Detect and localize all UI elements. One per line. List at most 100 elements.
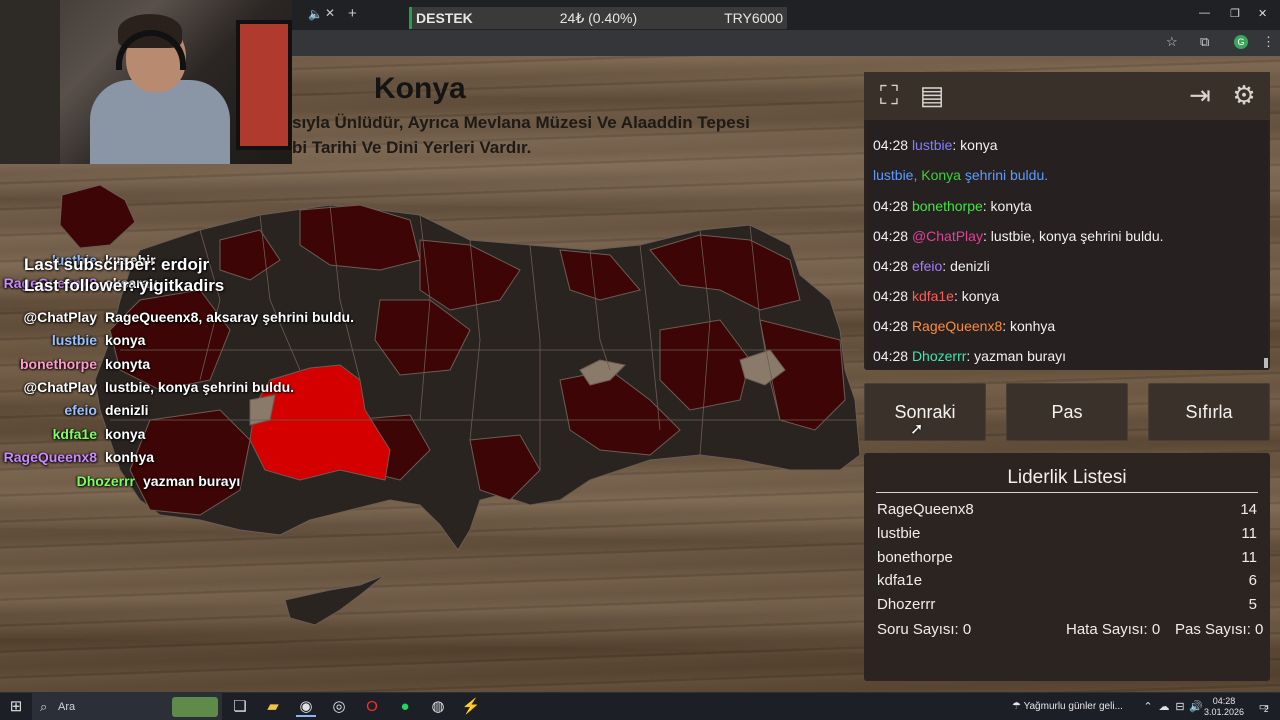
city-description-line: sıyla Ünlüdür, Ayrıca Mevlana Müzesi Ve …	[292, 113, 750, 132]
app-icon[interactable]: ⚡	[461, 697, 481, 717]
stream-chat-message: Dhozerrr yazman burayı	[0, 473, 241, 489]
chat-username: kdfa1e	[911, 288, 954, 304]
chat-message: 04:28 bonethorpe: konyta	[873, 198, 1032, 214]
search-placeholder: Ara	[58, 701, 76, 713]
stream-chat-text: denizli	[105, 402, 149, 418]
stream-chat-text: yazman burayı	[143, 473, 241, 489]
city-description: sıyla Ünlüdür, Ayrıca Mevlana Müzesi Ve …	[292, 110, 852, 160]
chat-text: : konya	[953, 288, 1000, 304]
speaker-icon[interactable]: 🔈	[308, 7, 323, 21]
chat-username: bonethorpe	[911, 198, 983, 214]
chat-text: şehrini buldu.	[960, 167, 1049, 183]
new-tab-icon[interactable]: +	[348, 5, 357, 22]
obs-icon[interactable]: ◍	[428, 697, 448, 717]
leaderboard-divider	[876, 492, 1258, 493]
chat-message: 04:28 Dhozerrr: yazman burayı	[873, 348, 1066, 364]
close-tab-icon[interactable]: ✕	[325, 6, 335, 20]
chrome-icon[interactable]: ◉	[296, 697, 316, 717]
taskbar: ⊞ ⌕ Ara ❏ ▰ ◉ ◎ O ● ◍ ⚡ ☂ Yağmurlu günle…	[0, 692, 1280, 720]
pass-button[interactable]: Pas	[1006, 383, 1128, 441]
chat-time: 04:28	[873, 288, 912, 304]
settings-icon[interactable]: ⚙	[1229, 80, 1259, 110]
leaderboard-score: 11	[1241, 525, 1257, 542]
game-chat-log[interactable]: 04:28 lustbie: konya lustbie, Konya şehri…	[866, 120, 1268, 370]
notification-count: 2	[1264, 705, 1269, 714]
chat-time: 04:28	[873, 258, 912, 274]
fullscreen-icon[interactable]: ⛶	[874, 80, 904, 110]
bookmark-star-icon[interactable]: ☆	[1166, 34, 1178, 50]
minimize-icon[interactable]: —	[1199, 7, 1210, 19]
stream-chat-username: @ChatPlay	[23, 379, 97, 395]
chat-time: 04:28	[873, 198, 912, 214]
pass-count: Pas Sayısı: 0	[1175, 621, 1264, 638]
weather-text: Yağmurlu günler geli...	[1023, 701, 1123, 712]
last-subscriber-label: Last subscriber: erdojr	[24, 255, 210, 274]
more-menu-icon[interactable]: ⋮	[1262, 34, 1275, 50]
file-explorer-icon[interactable]: ▰	[263, 697, 283, 717]
stream-chat-message: kdfa1e konya	[0, 426, 146, 442]
exit-icon[interactable]: ⇥	[1185, 80, 1215, 110]
stream-chat-message: @ChatPlay RageQueenx8, aksaray şehrini bu…	[0, 309, 354, 325]
stream-chat-username: bonethorpe	[20, 356, 97, 372]
stream-chat-message: @ChatPlay lustbie, konya şehrini buldu.	[0, 379, 294, 395]
chat-text: : denizli	[942, 258, 990, 274]
stream-chat-text: konyta	[105, 356, 151, 372]
restore-icon[interactable]: ❐	[1230, 7, 1240, 20]
stream-chat-message: lustbie konya	[0, 332, 146, 348]
leaderboard-name: RageQueenx8	[877, 501, 974, 518]
taskbar-search[interactable]: ⌕ Ara	[32, 693, 222, 720]
city-title: Konya	[374, 72, 466, 105]
taskbar-clock[interactable]: 04:28 3.01.2026	[1202, 696, 1246, 718]
chat-username: RageQueenx8	[911, 318, 1003, 334]
chat-time: 04:28	[873, 318, 912, 334]
stream-chat-username: RageQueenx8	[3, 449, 97, 465]
cyprus	[284, 574, 386, 626]
stream-chat-username: Dhozerrr	[76, 473, 135, 489]
opera-icon[interactable]: O	[362, 697, 382, 717]
notes-icon[interactable]: ▤	[917, 80, 947, 110]
leaderboard-row: kdfa1e 6	[877, 572, 1257, 589]
error-count: Hata Sayısı: 0	[1066, 621, 1161, 638]
donation-goal: TRY6000	[724, 10, 783, 26]
chat-message: 04:28 @ChatPlay: lustbie, konya şehrini …	[873, 228, 1164, 244]
chat-message: 04:28 kdfa1e: konya	[873, 288, 999, 304]
stream-chat-username: kdfa1e	[52, 426, 97, 442]
chat-message: 04:28 lustbie: konya	[873, 137, 998, 153]
leaderboard-row: bonethorpe 11	[877, 549, 1257, 566]
leaderboard-panel: Liderlik Listesi RageQueenx8 14 lustbie …	[864, 453, 1270, 681]
weather-widget[interactable]: ☂ Yağmurlu günler geli...	[1012, 693, 1123, 720]
leaderboard-score: 14	[1240, 501, 1257, 518]
chat-time: 04:28	[873, 137, 912, 153]
stream-chat-message: bonethorpe konyta	[0, 356, 150, 372]
leaderboard-row: RageQueenx8 14	[877, 501, 1257, 518]
donation-bar: DESTEK 24₺ (0.40%) TRY6000	[409, 7, 787, 29]
turkey-map[interactable]	[0, 160, 870, 640]
leaderboard-title: Liderlik Listesi	[1007, 467, 1127, 488]
chat-username: lustbie,	[873, 167, 922, 183]
reset-button[interactable]: Sıfırla	[1148, 383, 1270, 441]
start-icon[interactable]: ⊞	[6, 697, 26, 717]
next-button[interactable]: Sonraki	[864, 383, 986, 441]
question-count: Soru Sayısı: 0	[877, 621, 972, 638]
profile-avatar-icon[interactable]: G	[1234, 35, 1248, 49]
leaderboard-name: Dhozerrr	[877, 596, 936, 613]
leaderboard-row: lustbie 11	[877, 525, 1257, 542]
city-description-line: bi Tarihi Ve Dini Yerleri Vardır.	[292, 138, 532, 157]
last-follower-label: Last follower: yigitkadirs	[24, 276, 225, 295]
close-window-icon[interactable]: ✕	[1258, 7, 1267, 20]
mouse-cursor: ➚	[910, 421, 924, 438]
chat-scrollbar[interactable]	[1264, 358, 1268, 368]
stream-chat-text: lustbie, konya şehrini buldu.	[105, 379, 295, 395]
chat-username: @ChatPlay	[911, 228, 983, 244]
stream-chat-message: efeio denizli	[0, 402, 149, 418]
leaderboard-score: 11	[1241, 549, 1257, 566]
task-view-icon[interactable]: ❏	[230, 697, 250, 717]
donation-label: DESTEK	[416, 10, 473, 26]
spotify-icon[interactable]: ●	[395, 697, 415, 717]
extensions-icon[interactable]: ⧉	[1200, 34, 1209, 50]
steam-icon[interactable]: ◎	[329, 697, 349, 717]
stream-chat-message: RageQueenx8 konhya	[0, 449, 154, 465]
stream-chat-text: konya	[105, 426, 146, 442]
chat-clip-edge	[866, 120, 1268, 122]
chat-message: lustbie, Konya şehrini buldu.	[873, 167, 1048, 183]
